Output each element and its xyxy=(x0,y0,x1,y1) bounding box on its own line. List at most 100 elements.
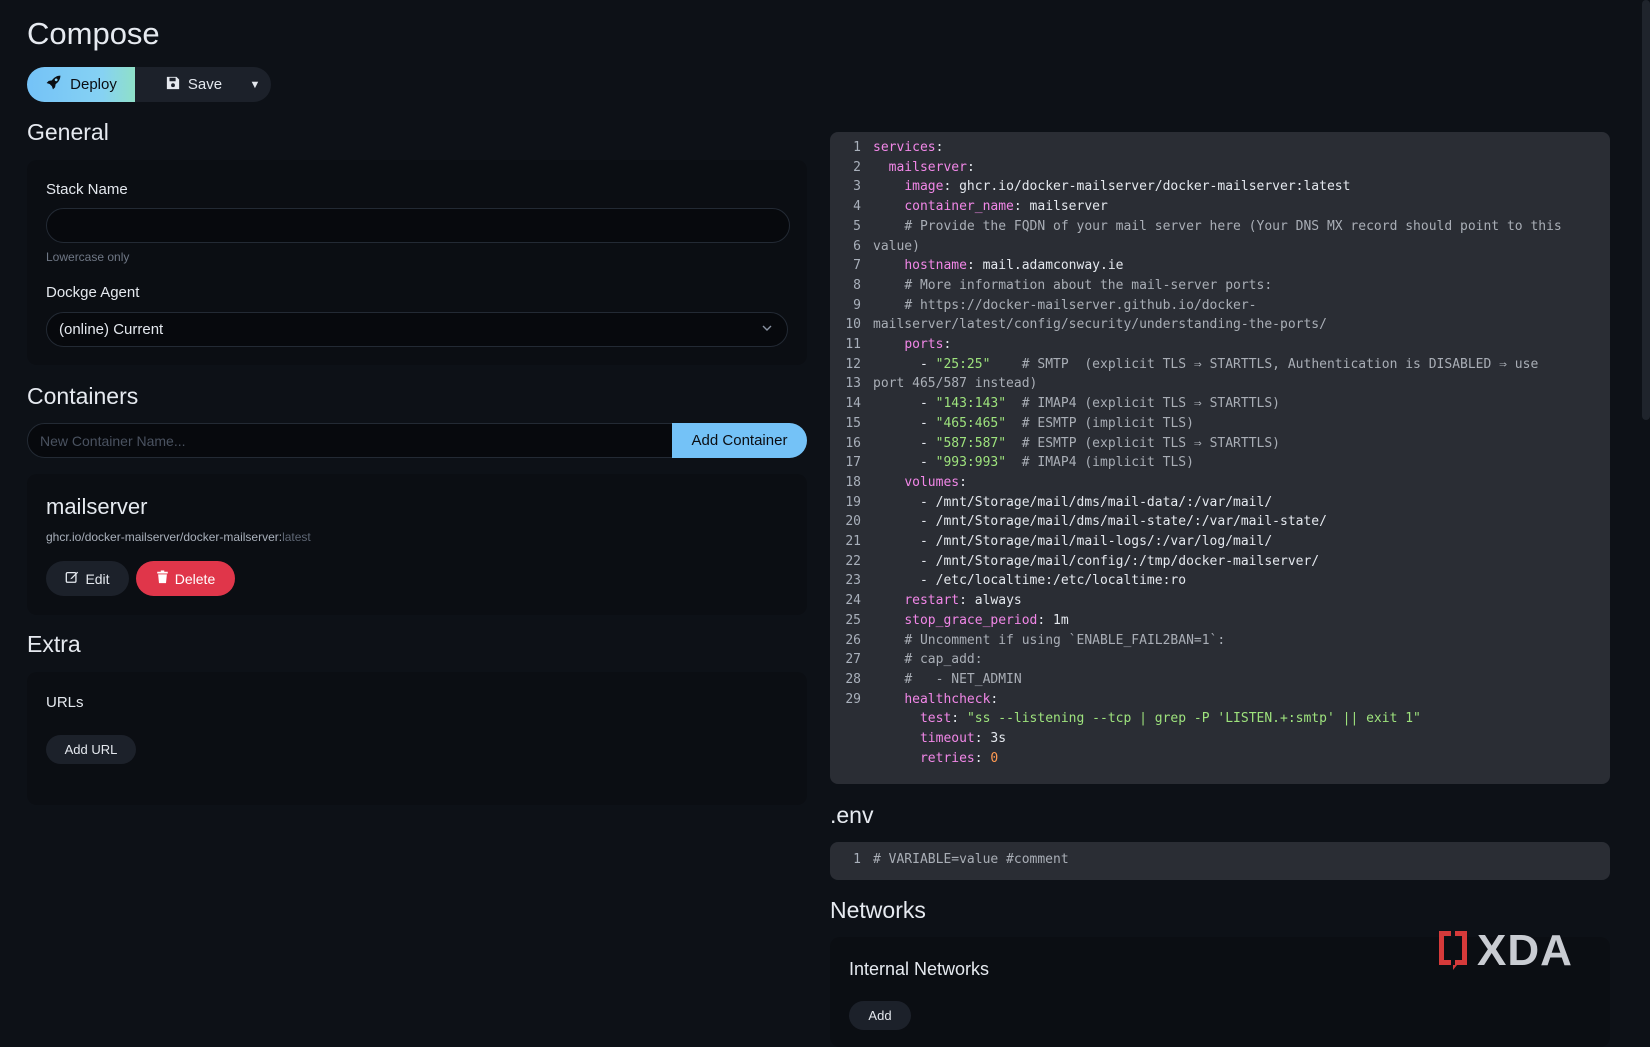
line-number: 8 xyxy=(853,277,861,293)
line-number: 25 xyxy=(845,612,861,628)
env-line-text: # VARIABLE=value #comment xyxy=(873,852,1069,867)
line-text: - "587:587" # ESMTP (explicit TLS ⇒ STAR… xyxy=(873,434,1280,454)
env-line-number: 1 xyxy=(853,852,861,867)
code-token: "587:587" xyxy=(935,435,1007,451)
line-text: port 465/587 instead) xyxy=(873,374,1037,394)
edit-container-button[interactable]: Edit xyxy=(46,561,129,596)
line-text: - /mnt/Storage/mail/dms/mail-data/:/var/… xyxy=(873,493,1272,513)
line-number: 10 xyxy=(845,317,861,333)
code-token: value) xyxy=(873,238,920,254)
save-button[interactable]: Save xyxy=(149,67,239,102)
code-token: "465:465" xyxy=(935,415,1007,431)
line-number: 14 xyxy=(845,396,861,412)
container-image: ghcr.io/docker-mailserver/docker-mailser… xyxy=(46,530,311,544)
line-text: - "465:465" # ESMTP (implicit TLS) xyxy=(873,414,1194,434)
code-token: - /mnt/Storage/mail/dms/mail-data/:/var/… xyxy=(873,494,1273,510)
line-text: # https://docker-mailserver.github.io/do… xyxy=(873,296,1256,316)
line-number: 18 xyxy=(845,474,861,490)
line-number: 5 xyxy=(853,218,861,234)
line-text: stop_grace_period: 1m xyxy=(873,611,1068,631)
toolbar: Deploy Save ▼ xyxy=(27,67,271,102)
container-image-tag: latest xyxy=(282,530,311,544)
rocket-icon xyxy=(45,74,62,95)
new-container-name-input[interactable]: New Container Name... xyxy=(27,423,673,458)
line-text: # More information about the mail-server… xyxy=(873,276,1272,296)
deploy-button[interactable]: Deploy xyxy=(27,67,135,102)
line-text: - /etc/localtime:/etc/localtime:ro xyxy=(873,571,1186,591)
general-panel: Stack Name Lowercase only Dockge Agent (… xyxy=(27,160,807,365)
deploy-label: Deploy xyxy=(70,76,117,93)
chevron-down-icon xyxy=(761,321,773,337)
line-text: - /mnt/Storage/mail/dms/mail-state/:/var… xyxy=(873,512,1327,532)
line-text: # Uncomment if using `ENABLE_FAIL2BAN=1`… xyxy=(873,631,1225,651)
line-text: mailserver: xyxy=(873,158,975,178)
line-number: 7 xyxy=(853,258,861,274)
line-text: restart: always xyxy=(873,591,1022,611)
xda-watermark-text: XDA xyxy=(1477,926,1573,975)
code-token: : 3s xyxy=(974,731,1007,746)
line-number: 3 xyxy=(853,179,861,195)
code-token: : xyxy=(943,337,952,352)
dockge-agent-label: Dockge Agent xyxy=(46,284,140,301)
save-label: Save xyxy=(187,76,223,93)
code-token: # IMAP4 (explicit TLS ⇒ STARTTLS) xyxy=(1006,396,1281,412)
add-network-button[interactable]: Add xyxy=(849,1001,911,1030)
line-text: services: xyxy=(873,138,943,158)
delete-container-button[interactable]: Delete xyxy=(136,561,235,596)
container-name: mailserver xyxy=(46,494,148,519)
extra-panel: URLs Add URL xyxy=(27,672,807,805)
code-token: # - NET_ADMIN xyxy=(904,671,1022,687)
line-text: value) xyxy=(873,237,920,257)
code-token: # Provide the FQDN of your mail server h… xyxy=(904,218,1562,234)
env-editor[interactable]: 1 # VARIABLE=value #comment xyxy=(830,842,1610,880)
line-number: 12 xyxy=(845,356,861,372)
code-token: "143:143" xyxy=(935,396,1007,412)
compose-yaml-editor[interactable]: 1 services: 2 mailserver: 3 image: ghcr.io/… xyxy=(830,132,1610,784)
code-token: restart xyxy=(904,593,960,609)
code-token: mailserver/latest/config/security/unders… xyxy=(873,317,1327,333)
save-options-dropdown[interactable]: ▼ xyxy=(239,67,271,102)
code-token: "25:25" xyxy=(935,356,991,372)
code-token: : xyxy=(959,474,967,490)
code-token: : mail.adamconway.ie xyxy=(966,258,1124,274)
add-container-button[interactable]: Add Container xyxy=(672,423,807,458)
line-number: 6 xyxy=(853,238,861,254)
line-text: hostname: mail.adamconway.ie xyxy=(873,256,1123,276)
line-number: 15 xyxy=(845,415,861,431)
code-token: - /mnt/Storage/mail/dms/mail-state/:/var… xyxy=(873,514,1327,530)
line-number: 19 xyxy=(845,494,861,510)
code-token: - /mnt/Storage/mail/config/:/tmp/docker-… xyxy=(873,553,1320,569)
code-token: stop_grace_period xyxy=(904,612,1038,628)
line-number: 11 xyxy=(845,337,861,352)
line-text: # Provide the FQDN of your mail server h… xyxy=(873,217,1562,237)
code-token: - /mnt/Storage/mail/mail-logs/:/var/log/… xyxy=(873,534,1273,549)
code-token: - /etc/localtime:/etc/localtime:ro xyxy=(873,573,1187,589)
line-text: - "993:993" # IMAP4 (implicit TLS) xyxy=(873,453,1194,473)
dockge-agent-select[interactable]: (online) Current xyxy=(46,312,788,347)
page-scrollbar[interactable] xyxy=(1642,0,1650,420)
line-text: image: ghcr.io/docker-mailserver/docker-… xyxy=(873,177,1350,197)
stack-name-input[interactable] xyxy=(46,208,790,243)
line-number: 2 xyxy=(853,159,861,175)
code-token: - xyxy=(873,396,936,412)
code-token: - xyxy=(873,455,936,471)
code-token: : always xyxy=(959,593,1022,609)
code-token: # More information about the mail-server… xyxy=(904,277,1273,293)
general-section-title: General xyxy=(27,119,109,145)
line-number: 22 xyxy=(845,553,861,569)
code-token: services xyxy=(873,140,936,155)
line-text: # cap_add: xyxy=(873,650,982,670)
containers-section-title: Containers xyxy=(27,383,139,409)
line-text: mailserver/latest/config/security/unders… xyxy=(873,315,1327,335)
line-text: volumes: xyxy=(873,473,967,493)
add-url-button[interactable]: Add URL xyxy=(46,735,136,764)
